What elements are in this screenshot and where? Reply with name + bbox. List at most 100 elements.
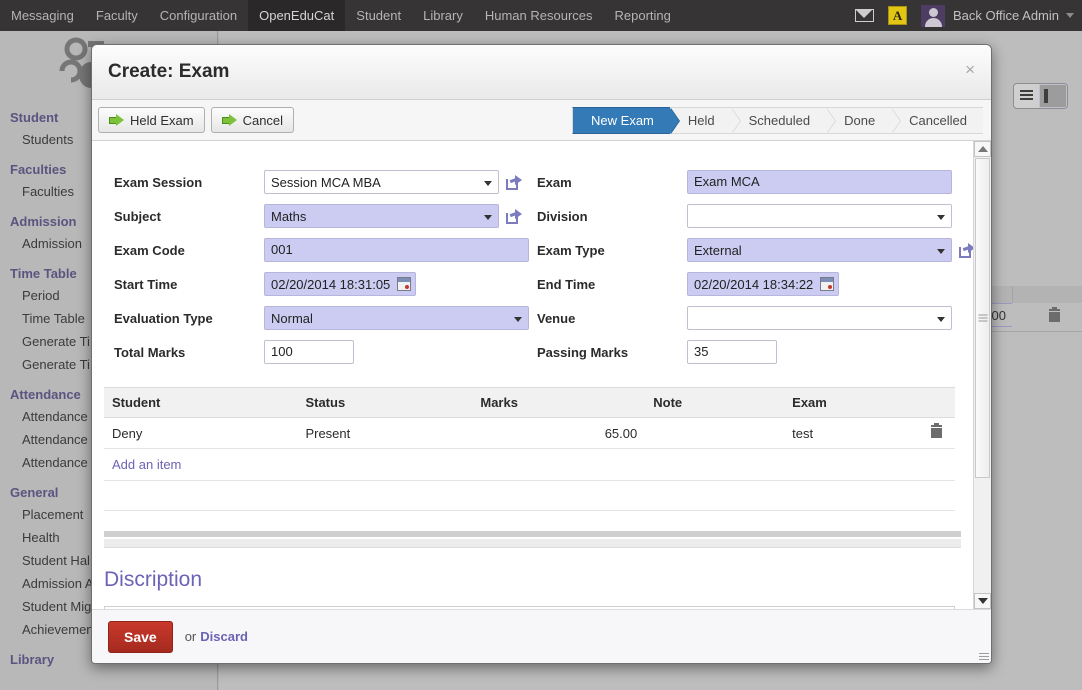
division-select[interactable] xyxy=(687,204,952,228)
label-exam-type: Exam Type xyxy=(537,242,605,258)
topnav-item-faculty[interactable]: Faculty xyxy=(85,0,149,31)
label-subject: Subject xyxy=(114,208,161,224)
topnav-item-student[interactable]: Student xyxy=(345,0,412,31)
chevron-down-icon xyxy=(937,215,945,220)
form-view-icon[interactable] xyxy=(1039,84,1067,108)
section-divider-thin xyxy=(104,539,961,548)
held-exam-button[interactable]: Held Exam xyxy=(98,107,205,133)
exam-session-select[interactable]: Session MCA MBA xyxy=(264,170,499,194)
dialog-header: Create: Exam × xyxy=(92,45,991,100)
passing-marks-input[interactable]: 35 xyxy=(687,340,777,364)
dialog-body: Exam Session Session MCA MBA Subject Maths E… xyxy=(92,141,991,609)
control-wrapper: Normal xyxy=(264,306,529,330)
description-textarea[interactable] xyxy=(104,606,955,609)
calendar-icon[interactable] xyxy=(820,277,835,291)
field-row-passing-marks: Passing Marks 35 xyxy=(537,337,973,367)
exam-attendees-table: Student Status Marks Note Exam Deny Present 65… xyxy=(104,387,955,449)
create-exam-dialog: Create: Exam × Held Exam Cancel New Exam… xyxy=(91,44,992,664)
cell-status: Present xyxy=(297,417,473,449)
topnav-item-messaging[interactable]: Messaging xyxy=(0,0,85,31)
subject-select[interactable]: Maths xyxy=(264,204,499,228)
end-time-value: 02/20/2014 18:34:22 xyxy=(694,276,814,292)
discard-button[interactable]: Discard xyxy=(200,629,248,644)
topnav-item-openeducat[interactable]: OpenEduCat xyxy=(248,0,346,31)
green-arrow-icon xyxy=(109,113,124,127)
save-button[interactable]: Save xyxy=(108,620,173,653)
background-delete-icon[interactable] xyxy=(1049,307,1060,327)
envelope-icon[interactable] xyxy=(855,9,875,22)
field-row-exam-code: Exam Code 001 xyxy=(114,235,529,265)
start-time-datetime-field[interactable]: 02/20/2014 18:31:05 xyxy=(264,272,417,296)
field-row-start-time: Start Time 02/20/2014 18:31:05 xyxy=(114,269,529,299)
external-link-icon[interactable] xyxy=(506,208,522,224)
table-empty-row xyxy=(104,481,955,511)
list-view-icon[interactable] xyxy=(1014,84,1039,106)
control-wrapper: 35 xyxy=(687,340,973,364)
avatar[interactable] xyxy=(921,4,946,27)
add-an-item-link[interactable]: Add an item xyxy=(104,449,955,481)
resize-grip[interactable] xyxy=(979,651,989,661)
topnav-item-library[interactable]: Library xyxy=(412,0,474,31)
warning-badge-icon[interactable]: A xyxy=(888,6,908,25)
column-header-exam: Exam xyxy=(784,387,918,418)
column-header-marks: Marks xyxy=(472,387,646,418)
cancel-button[interactable]: Cancel xyxy=(210,107,295,133)
evaluation-type-selected-value: Normal xyxy=(271,310,313,326)
cell-note xyxy=(645,417,785,449)
scroll-down-icon[interactable] xyxy=(974,593,991,609)
status-step-scheduled[interactable]: Scheduled xyxy=(730,106,837,134)
scrollbar-thumb[interactable] xyxy=(975,158,990,478)
topnav-item-reporting[interactable]: Reporting xyxy=(604,0,682,31)
view-switcher[interactable] xyxy=(1013,83,1068,109)
section-divider xyxy=(104,531,961,537)
footer-or-label: or xyxy=(184,629,197,644)
chevron-down-icon xyxy=(484,181,492,186)
status-step-cancelled[interactable]: Cancelled xyxy=(891,106,983,134)
control-wrapper: Session MCA MBA xyxy=(264,170,529,194)
label-total-marks: Total Marks xyxy=(114,344,186,360)
chevron-down-icon xyxy=(484,215,492,220)
topnav-right-cluster: A Back Office Admin xyxy=(855,0,1082,31)
label-start-time: Start Time xyxy=(114,276,178,292)
field-row-venue: Venue xyxy=(537,303,973,333)
topnav-item-configuration[interactable]: Configuration xyxy=(149,0,248,31)
dialog-scrollbar[interactable] xyxy=(973,141,991,609)
table-row[interactable]: Deny Present 65.00 test xyxy=(104,417,955,449)
external-link-icon[interactable] xyxy=(506,174,522,190)
close-icon[interactable]: × xyxy=(965,61,975,78)
dialog-title: Create: Exam xyxy=(108,61,230,82)
label-exam-code: Exam Code xyxy=(114,242,185,258)
field-row-total-marks: Total Marks 100 xyxy=(114,337,529,367)
scroll-up-icon[interactable] xyxy=(974,141,991,157)
status-step-new-exam[interactable]: New Exam xyxy=(572,106,680,134)
exam-input[interactable]: Exam MCA xyxy=(687,170,952,194)
exam-attendees-table-wrapper: Student Status Marks Note Exam Deny Present 65… xyxy=(104,387,955,511)
topnav-item-human-resources[interactable]: Human Resources xyxy=(474,0,604,31)
row-delete-button[interactable] xyxy=(917,417,955,449)
end-time-datetime-field[interactable]: 02/20/2014 18:34:22 xyxy=(687,272,840,296)
field-row-end-time: End Time 02/20/2014 18:34:22 xyxy=(537,269,973,299)
control-wrapper: 001 xyxy=(264,238,529,262)
field-row-subject: Subject Maths xyxy=(114,201,529,231)
chevron-down-icon[interactable] xyxy=(1066,13,1074,18)
column-header-status: Status xyxy=(297,387,473,418)
total-marks-input[interactable]: 100 xyxy=(264,340,354,364)
label-exam: Exam xyxy=(537,174,572,190)
external-link-icon[interactable] xyxy=(959,242,973,258)
label-passing-marks: Passing Marks xyxy=(537,344,629,360)
label-division: Division xyxy=(537,208,588,224)
trash-icon xyxy=(930,423,942,438)
control-wrapper: Exam MCA xyxy=(687,170,973,194)
cell-marks: 65.00 xyxy=(472,417,646,449)
venue-select[interactable] xyxy=(687,306,952,330)
calendar-icon[interactable] xyxy=(397,277,412,291)
label-evaluation-type: Evaluation Type xyxy=(114,310,213,326)
control-wrapper: External xyxy=(687,238,973,262)
exam-type-select[interactable]: External xyxy=(687,238,952,262)
exam-code-input[interactable]: 001 xyxy=(264,238,529,262)
exam-session-selected-value: Session MCA MBA xyxy=(271,174,381,190)
user-name-label: Back Office Admin xyxy=(953,8,1059,23)
evaluation-type-select[interactable]: Normal xyxy=(264,306,529,330)
field-row-exam-type: Exam Type External xyxy=(537,235,973,265)
status-pipeline: New Exam Held Scheduled Done Cancelled xyxy=(572,106,983,134)
